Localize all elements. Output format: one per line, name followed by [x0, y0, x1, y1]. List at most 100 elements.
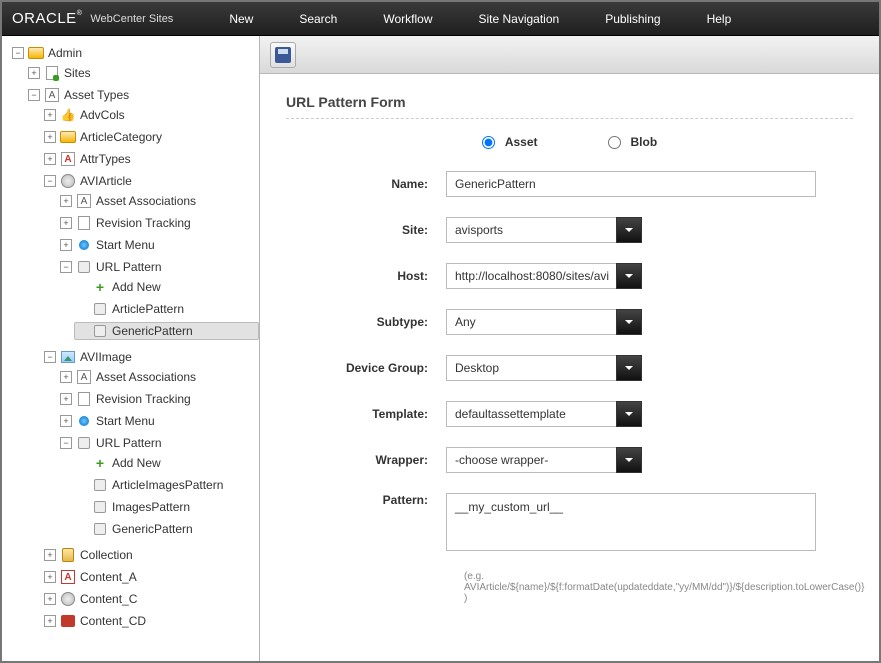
radio-asset[interactable]: Asset — [482, 135, 538, 149]
menu-search[interactable]: Search — [279, 12, 357, 26]
revision-icon — [76, 215, 92, 231]
chevron-down-icon — [624, 455, 634, 465]
expand-icon[interactable]: + — [44, 571, 56, 583]
template-select[interactable]: defaultassettemplate — [446, 401, 616, 427]
plus-icon: + — [92, 455, 108, 471]
tree-node-collection[interactable]: + Collection — [42, 546, 259, 564]
tree-node-attrtypes[interactable]: + A AttrTypes — [42, 150, 259, 168]
tree-node-imagespattern[interactable]: ImagesPattern — [74, 498, 259, 516]
tree-label: Content_A — [80, 570, 137, 584]
collapse-icon[interactable]: − — [60, 261, 72, 273]
field-pattern: Pattern: — [286, 493, 853, 551]
gear-icon — [60, 173, 76, 189]
tree-label: Admin — [48, 46, 82, 60]
label-pattern: Pattern: — [286, 493, 446, 507]
tree-label: Content_C — [80, 592, 137, 606]
collapse-icon[interactable]: − — [12, 47, 24, 59]
asset-types-icon: A — [44, 87, 60, 103]
dropdown-button[interactable] — [616, 309, 642, 335]
name-input[interactable] — [446, 171, 816, 197]
radio-asset-input[interactable] — [482, 136, 495, 149]
collapse-icon[interactable]: − — [44, 351, 56, 363]
app-frame: ORACLE® WebCenter Sites New Search Workf… — [0, 0, 881, 663]
collapse-icon[interactable]: − — [60, 437, 72, 449]
tree-node-url-pattern[interactable]: − URL Pattern — [58, 258, 259, 276]
tree-label: Revision Tracking — [96, 216, 191, 230]
wrapper-select[interactable]: -choose wrapper- — [446, 447, 616, 473]
radio-blob-input[interactable] — [608, 136, 621, 149]
tree-node-asset-associations-2[interactable]: + A Asset Associations — [58, 368, 259, 386]
tree-node-add-new[interactable]: + Add New — [74, 278, 259, 296]
label-template: Template: — [286, 407, 446, 421]
tree-node-url-pattern-2[interactable]: − URL Pattern — [58, 434, 259, 452]
tree-node-articleimagespattern[interactable]: ArticleImagesPattern — [74, 476, 259, 494]
subtype-select[interactable]: Any — [446, 309, 616, 335]
menu-workflow[interactable]: Workflow — [363, 12, 452, 26]
expand-icon[interactable]: + — [60, 239, 72, 251]
expand-icon[interactable]: + — [60, 415, 72, 427]
chevron-down-icon — [624, 317, 634, 327]
expand-icon[interactable]: + — [60, 393, 72, 405]
tree-node-aviimage[interactable]: − AVIImage — [42, 348, 259, 366]
tree-node-admin[interactable]: − Admin — [10, 44, 259, 62]
dropdown-button[interactable] — [616, 401, 642, 427]
tree-label: ArticleCategory — [80, 130, 162, 144]
label-name: Name: — [286, 177, 446, 191]
tree-node-content-a[interactable]: + A Content_A — [42, 568, 259, 586]
tree-label: GenericPattern — [112, 324, 193, 338]
tree-node-asset-types[interactable]: − A Asset Types — [26, 86, 259, 104]
expand-icon[interactable]: + — [60, 371, 72, 383]
tree-node-content-c[interactable]: + Content_C — [42, 590, 259, 608]
host-select[interactable]: http://localhost:8080/sites/avi — [446, 263, 616, 289]
dropdown-button[interactable] — [616, 217, 642, 243]
tree-node-start-menu-2[interactable]: + Start Menu — [58, 412, 259, 430]
expand-icon[interactable]: + — [28, 67, 40, 79]
dropdown-button[interactable] — [616, 263, 642, 289]
tree-node-revision-tracking[interactable]: + Revision Tracking — [58, 214, 259, 232]
expand-icon[interactable]: + — [44, 593, 56, 605]
dropdown-button[interactable] — [616, 447, 642, 473]
site-select[interactable]: avisports — [446, 217, 616, 243]
field-wrapper: Wrapper: -choose wrapper- — [286, 447, 853, 473]
device-group-select[interactable]: Desktop — [446, 355, 616, 381]
tree-node-genericpattern-2[interactable]: GenericPattern — [74, 520, 259, 538]
tree-node-genericpattern[interactable]: GenericPattern — [74, 322, 259, 340]
tree-node-articlepattern[interactable]: ArticlePattern — [74, 300, 259, 318]
tree-node-revision-tracking-2[interactable]: + Revision Tracking — [58, 390, 259, 408]
tree-node-aviarticle[interactable]: − AVIArticle — [42, 172, 259, 190]
radio-blob[interactable]: Blob — [608, 135, 658, 149]
tree-label: AVIImage — [80, 350, 132, 364]
collection-icon — [60, 547, 76, 563]
spacer — [76, 281, 88, 293]
tree-node-add-new-2[interactable]: + Add New — [74, 454, 259, 472]
menu-new[interactable]: New — [209, 12, 273, 26]
expand-icon[interactable]: + — [44, 153, 56, 165]
expand-icon[interactable]: + — [44, 109, 56, 121]
menu-help[interactable]: Help — [687, 12, 752, 26]
menu-publishing[interactable]: Publishing — [585, 12, 680, 26]
label-host: Host: — [286, 269, 446, 283]
chevron-down-icon — [624, 271, 634, 281]
expand-icon[interactable]: + — [44, 131, 56, 143]
save-button[interactable] — [270, 42, 296, 68]
expand-icon[interactable]: + — [44, 615, 56, 627]
attrtypes-icon: A — [60, 151, 76, 167]
tree-node-articlecategory[interactable]: + ArticleCategory — [42, 128, 259, 146]
tree-node-asset-associations[interactable]: + A Asset Associations — [58, 192, 259, 210]
content-icon: A — [60, 569, 76, 585]
expand-icon[interactable]: + — [60, 195, 72, 207]
expand-icon[interactable]: + — [60, 217, 72, 229]
collapse-icon[interactable]: − — [28, 89, 40, 101]
menu-site-navigation[interactable]: Site Navigation — [458, 12, 579, 26]
tree-node-content-cd[interactable]: + Content_CD — [42, 612, 259, 630]
folder-icon — [60, 129, 76, 145]
tree-label: Sites — [64, 66, 91, 80]
tree-node-start-menu[interactable]: + Start Menu — [58, 236, 259, 254]
tree-node-sites[interactable]: + Sites — [26, 64, 259, 82]
collapse-icon[interactable]: − — [44, 175, 56, 187]
tree-node-advcols[interactable]: + 👍 AdvCols — [42, 106, 259, 124]
dropdown-button[interactable] — [616, 355, 642, 381]
folder-icon — [28, 45, 44, 61]
expand-icon[interactable]: + — [44, 549, 56, 561]
pattern-textarea[interactable] — [446, 493, 816, 551]
